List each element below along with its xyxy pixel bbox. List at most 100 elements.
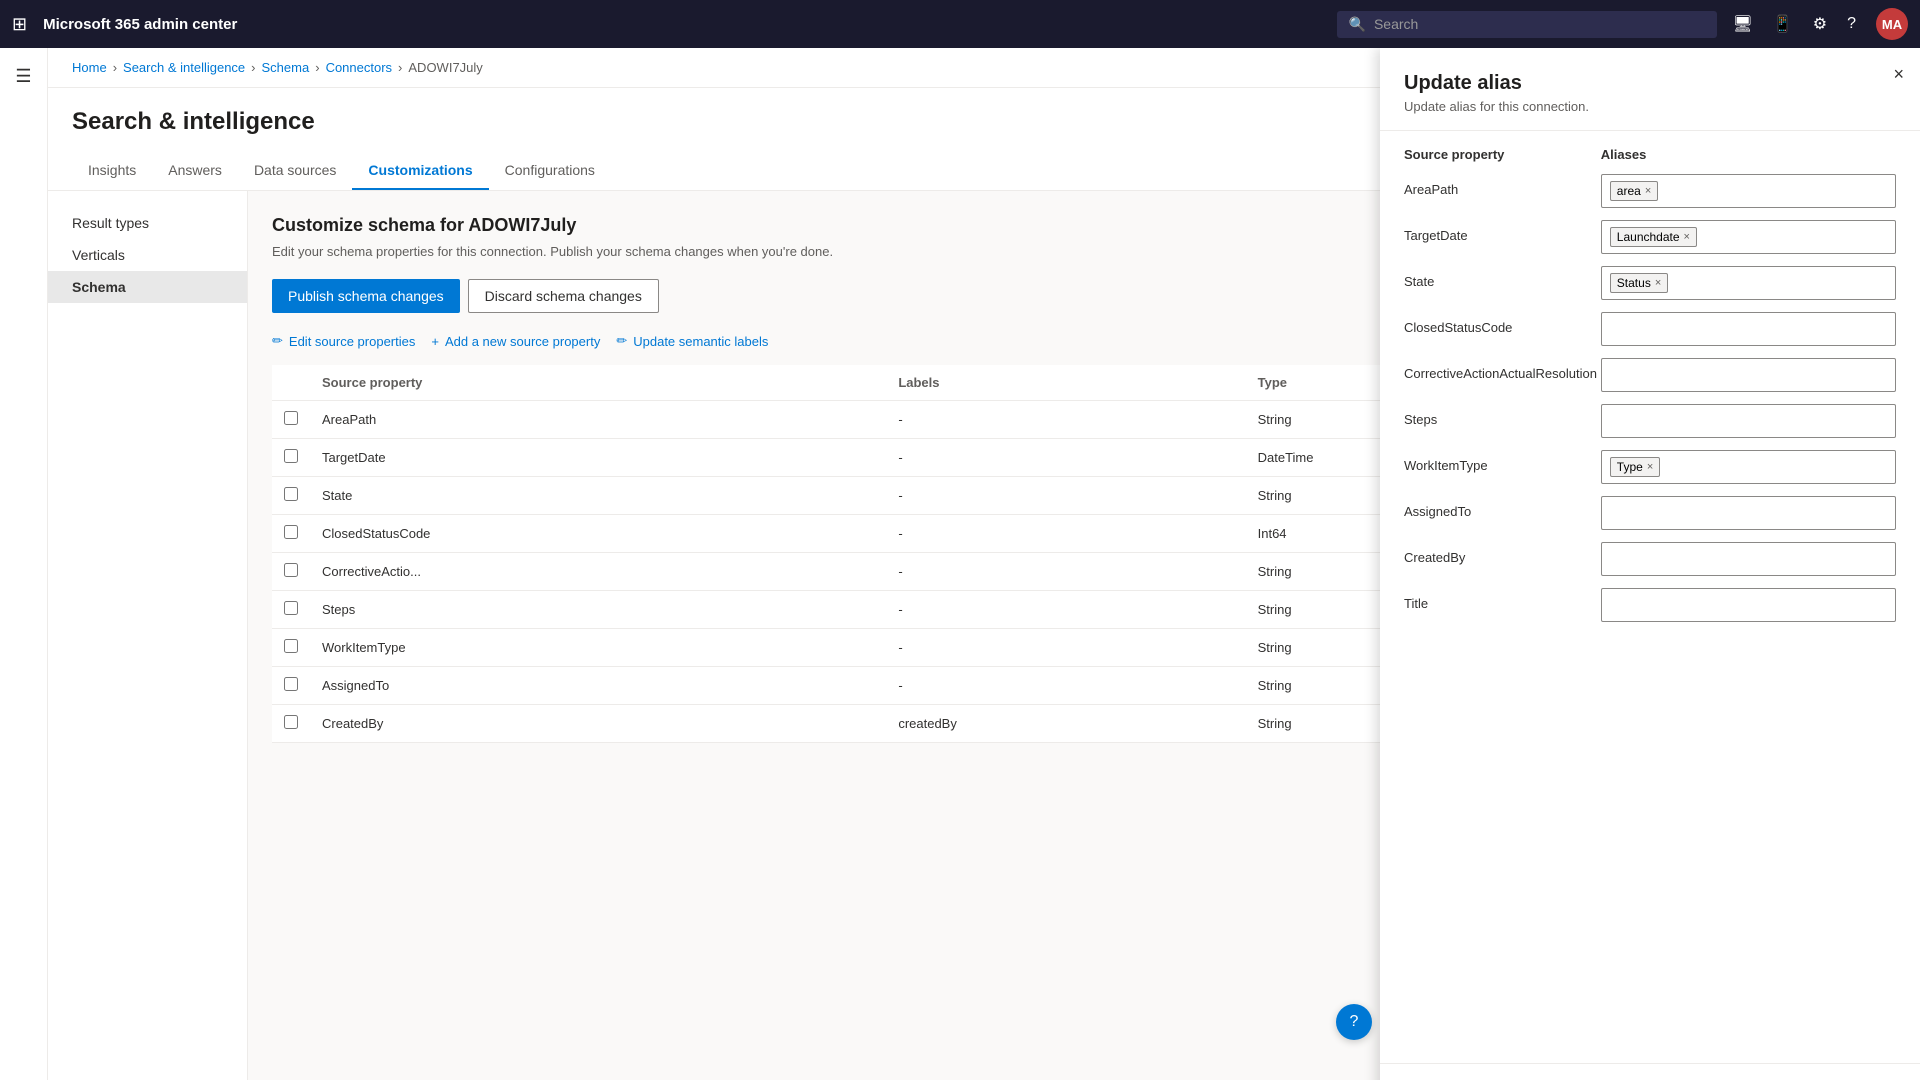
row-labels: -	[886, 553, 1245, 591]
panel-col-source: Source property	[1404, 147, 1601, 162]
mobile-icon[interactable]: 📱	[1773, 14, 1793, 34]
alias-input-box[interactable]	[1601, 358, 1896, 392]
alias-tag-remove[interactable]: ×	[1647, 461, 1653, 473]
alias-input-box[interactable]	[1601, 404, 1896, 438]
row-checkbox[interactable]	[284, 677, 298, 691]
row-checkbox[interactable]	[284, 449, 298, 463]
alias-tag-label: area	[1617, 184, 1641, 198]
row-source-property: CorrectiveActio...	[310, 553, 886, 591]
panel-row-property: CorrectiveActionActualResolution	[1404, 358, 1601, 381]
row-source-property: AreaPath	[310, 401, 886, 439]
panel-row-alias-field	[1601, 358, 1896, 392]
alias-input-box[interactable]	[1601, 588, 1896, 622]
panel-body: Source property Aliases AreaPath area × …	[1380, 131, 1920, 1063]
row-source-property: State	[310, 477, 886, 515]
panel-columns: Source property Aliases	[1404, 147, 1896, 162]
waffle-icon[interactable]: ⊞	[12, 14, 27, 35]
tab-customizations[interactable]: Customizations	[352, 152, 488, 190]
add-action[interactable]: + Add a new source property	[431, 334, 600, 349]
edit-action[interactable]: ✏ Edit source properties	[272, 333, 415, 349]
breadcrumb-search[interactable]: Search & intelligence	[123, 60, 245, 75]
tab-data-sources[interactable]: Data sources	[238, 152, 352, 190]
panel-row-alias-field: Status ×	[1601, 266, 1896, 300]
top-navigation: ⊞ Microsoft 365 admin center 🔍 🖥 📱 ⚙ ? M…	[0, 0, 1920, 48]
panel-rows: AreaPath area × TargetDate Launchdate × …	[1404, 174, 1896, 622]
discard-button[interactable]: Discard schema changes	[468, 279, 659, 313]
search-input[interactable]	[1374, 16, 1705, 32]
panel-row-alias-field	[1601, 312, 1896, 346]
hamburger-icon[interactable]: ☰	[5, 56, 41, 97]
row-labels: -	[886, 477, 1245, 515]
row-checkbox[interactable]	[284, 411, 298, 425]
sidebar: ☰	[0, 48, 48, 1080]
col-checkbox	[272, 365, 310, 401]
panel-row: ClosedStatusCode	[1404, 312, 1896, 346]
nav-schema[interactable]: Schema	[48, 271, 247, 303]
search-bar[interactable]: 🔍	[1337, 11, 1717, 38]
tab-answers[interactable]: Answers	[152, 152, 238, 190]
row-checkbox[interactable]	[284, 639, 298, 653]
update-icon: ✏	[616, 333, 627, 349]
alias-input-box[interactable]	[1601, 312, 1896, 346]
row-checkbox[interactable]	[284, 563, 298, 577]
update-labels-action[interactable]: ✏ Update semantic labels	[616, 333, 768, 349]
avatar[interactable]: MA	[1876, 8, 1908, 40]
alias-input-box[interactable]	[1601, 496, 1896, 530]
panel-row-alias-field	[1601, 496, 1896, 530]
panel-row: CreatedBy	[1404, 542, 1896, 576]
row-labels: -	[886, 401, 1245, 439]
panel-row: AreaPath area ×	[1404, 174, 1896, 208]
alias-input-box[interactable]: Type ×	[1601, 450, 1896, 484]
publish-button[interactable]: Publish schema changes	[272, 279, 460, 313]
breadcrumb-schema[interactable]: Schema	[262, 60, 310, 75]
alias-input-box[interactable]: area ×	[1601, 174, 1896, 208]
alias-tag-label: Launchdate	[1617, 230, 1680, 244]
alias-tag-remove[interactable]: ×	[1684, 231, 1690, 243]
left-nav: Result types Verticals Schema	[48, 191, 248, 1080]
row-labels: -	[886, 515, 1245, 553]
panel-col-aliases: Aliases	[1601, 147, 1896, 162]
nav-result-types[interactable]: Result types	[48, 207, 247, 239]
row-labels: -	[886, 667, 1245, 705]
alias-tag-remove[interactable]: ×	[1655, 277, 1661, 289]
alias-tag: area ×	[1610, 181, 1658, 201]
help-float-button[interactable]: ?	[1336, 1004, 1372, 1040]
alias-input-box[interactable]	[1601, 542, 1896, 576]
panel-row-alias-field	[1601, 588, 1896, 622]
panel-row-property: ClosedStatusCode	[1404, 312, 1601, 335]
breadcrumb-sep-3: ›	[315, 60, 319, 75]
row-source-property: TargetDate	[310, 439, 886, 477]
panel-row: State Status ×	[1404, 266, 1896, 300]
panel-row-property: WorkItemType	[1404, 450, 1601, 473]
panel-subtitle: Update alias for this connection.	[1404, 99, 1896, 114]
breadcrumb-current: ADOWI7July	[408, 60, 482, 75]
breadcrumb-connectors[interactable]: Connectors	[326, 60, 392, 75]
row-checkbox[interactable]	[284, 487, 298, 501]
tab-insights[interactable]: Insights	[72, 152, 152, 190]
search-icon: 🔍	[1349, 16, 1366, 33]
breadcrumb-home[interactable]: Home	[72, 60, 107, 75]
panel-row-property: CreatedBy	[1404, 542, 1601, 565]
panel-row-alias-field	[1601, 404, 1896, 438]
panel-row: AssignedTo	[1404, 496, 1896, 530]
panel-row-property: TargetDate	[1404, 220, 1601, 243]
monitor-icon[interactable]: 🖥	[1733, 14, 1753, 34]
help-icon[interactable]: ?	[1847, 15, 1856, 33]
panel-close-button[interactable]: ×	[1893, 64, 1904, 85]
alias-tag-remove[interactable]: ×	[1645, 185, 1651, 197]
alias-input-box[interactable]: Launchdate ×	[1601, 220, 1896, 254]
nav-verticals[interactable]: Verticals	[48, 239, 247, 271]
tab-configurations[interactable]: Configurations	[489, 152, 611, 190]
settings-icon[interactable]: ⚙	[1813, 14, 1827, 34]
alias-input-box[interactable]: Status ×	[1601, 266, 1896, 300]
alias-tag: Launchdate ×	[1610, 227, 1697, 247]
row-checkbox[interactable]	[284, 715, 298, 729]
row-checkbox[interactable]	[284, 601, 298, 615]
col-source-property: Source property	[310, 365, 886, 401]
panel-header: Update alias Update alias for this conne…	[1380, 48, 1920, 131]
alias-tag: Status ×	[1610, 273, 1668, 293]
panel-row: Title	[1404, 588, 1896, 622]
panel-row-property: State	[1404, 266, 1601, 289]
panel-row-alias-field: Type ×	[1601, 450, 1896, 484]
row-checkbox[interactable]	[284, 525, 298, 539]
